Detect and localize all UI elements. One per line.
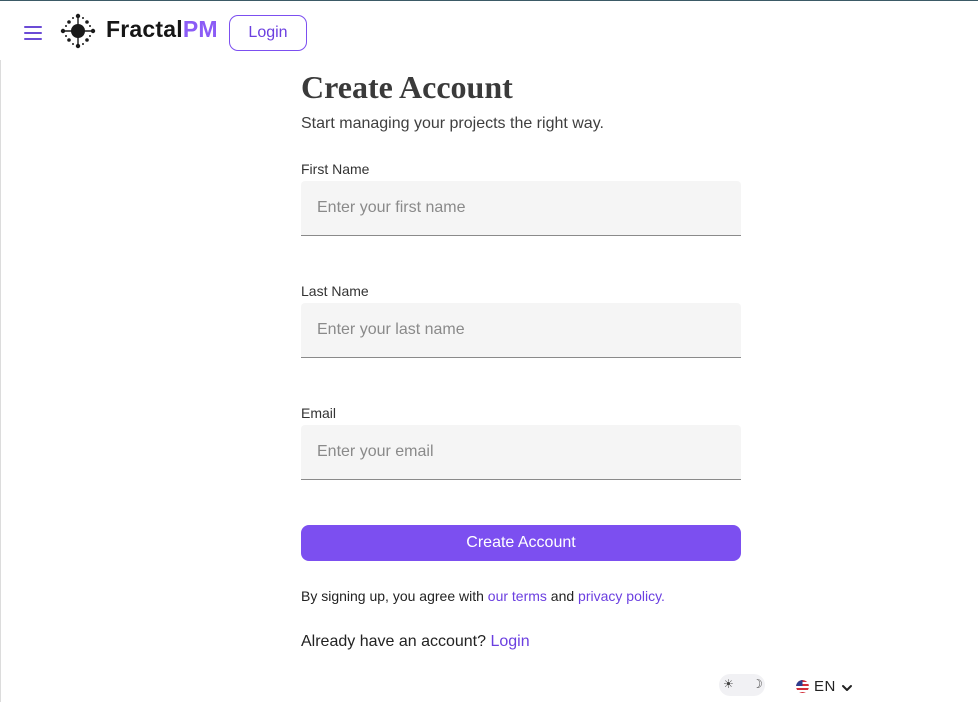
last-name-placeholder: Enter your last name: [317, 321, 465, 338]
last-name-label: Last Name: [301, 283, 369, 299]
theme-toggle[interactable]: ☀ ☽: [719, 674, 765, 696]
footer-login-link[interactable]: Login: [490, 633, 529, 650]
first-name-placeholder: Enter your first name: [317, 199, 466, 216]
brand-name-accent: PM: [182, 16, 218, 42]
email-group: Email Enter your email: [301, 404, 741, 480]
language-selector[interactable]: EN: [796, 674, 853, 698]
sun-icon: ☀: [723, 677, 734, 691]
header-login-button[interactable]: Login: [229, 15, 307, 51]
moon-icon: ☽: [752, 677, 763, 691]
last-name-field[interactable]: Enter your last name: [301, 303, 741, 358]
first-name-label: First Name: [301, 161, 370, 177]
first-name-group: First Name Enter your first name: [301, 160, 741, 236]
fractal-logo-icon: [60, 13, 96, 49]
us-flag-icon: [796, 679, 809, 693]
chevron-down-icon: [841, 685, 852, 691]
last-name-group: Last Name Enter your last name: [301, 282, 741, 358]
hamburger-menu-icon[interactable]: [22, 22, 46, 44]
email-placeholder: Enter your email: [317, 443, 434, 460]
terms-prefix: By signing up, you agree with: [301, 588, 488, 604]
create-account-button[interactable]: Create Account: [301, 525, 741, 561]
already-prefix: Already have an account?: [301, 633, 491, 650]
terms-text: By signing up, you agree with our terms …: [301, 587, 761, 605]
already-have-account-text: Already have an account? Login: [301, 632, 530, 652]
window-left-border: [0, 60, 1, 702]
privacy-policy-link[interactable]: privacy policy.: [578, 588, 665, 604]
brand-name: FractalPM: [106, 16, 218, 43]
page-title: Create Account: [301, 69, 513, 105]
top-bar: FractalPM Login: [0, 0, 978, 64]
first-name-field[interactable]: Enter your first name: [301, 181, 741, 236]
terms-link[interactable]: our terms: [488, 588, 547, 604]
brand-name-primary: Fractal: [106, 16, 183, 42]
page-subtitle: Start managing your projects the right w…: [301, 115, 604, 132]
signup-form: Create Account Start managing your proje…: [301, 68, 741, 650]
email-field[interactable]: Enter your email: [301, 425, 741, 480]
terms-middle: and: [546, 588, 579, 604]
email-label: Email: [301, 405, 337, 421]
language-code: EN: [814, 677, 836, 695]
